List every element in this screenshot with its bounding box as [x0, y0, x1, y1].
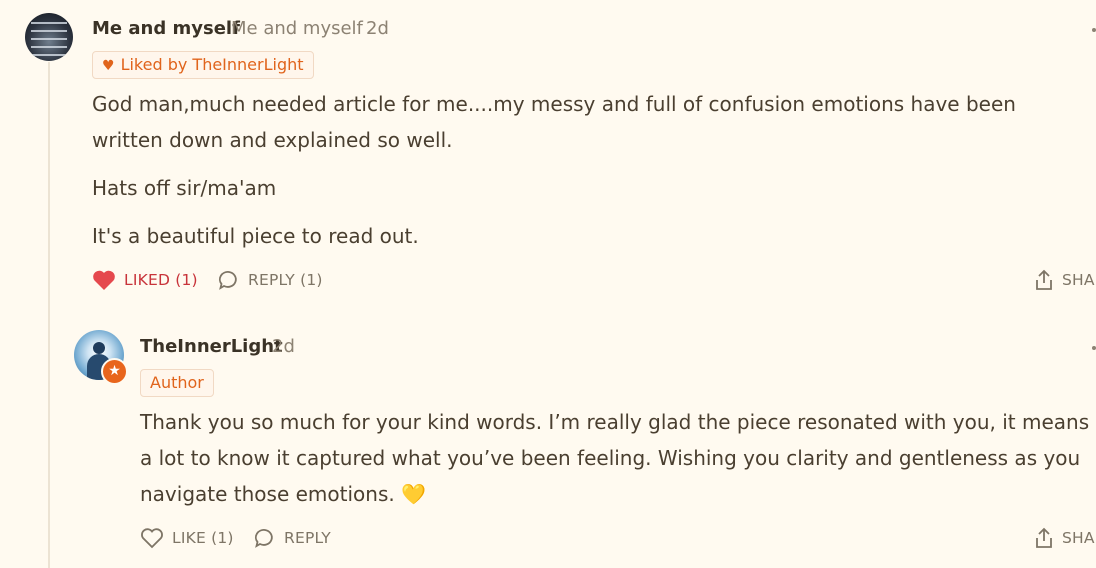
share-icon — [1034, 269, 1054, 291]
comment-handle[interactable]: Me and myself — [231, 18, 363, 39]
reply-text-body: Thank you so much for your kind words. I… — [140, 410, 1090, 506]
liked-by-badge: ♥ Liked by TheInnerLight — [92, 51, 314, 79]
reply-time[interactable]: 2d — [272, 336, 295, 357]
heart-outline-icon — [140, 527, 164, 549]
comment-paragraph: Hats off sir/ma'am — [92, 176, 277, 200]
more-options-icon[interactable] — [1092, 346, 1096, 350]
more-options-icon[interactable] — [1092, 28, 1096, 32]
heart-icon: ♥ — [102, 58, 115, 74]
share-button[interactable]: SHA — [1034, 269, 1095, 291]
liked-by-label: Liked by TheInnerLight — [120, 55, 304, 74]
reply-label: REPLY (1) — [248, 271, 323, 289]
like-label: LIKE (1) — [172, 529, 234, 547]
comment-paragraph: God man,much needed article for me....my… — [92, 92, 1016, 152]
heart-filled-icon — [92, 269, 116, 291]
comment-time[interactable]: 2d — [366, 18, 389, 39]
comment-bubble-icon — [254, 527, 276, 549]
reply-author[interactable]: TheInnerLight — [140, 336, 283, 357]
share-label: SHA — [1062, 529, 1095, 547]
like-label: LIKED (1) — [124, 271, 198, 289]
star-icon: ★ — [101, 358, 128, 385]
reply-text: Thank you so much for your kind words. I… — [140, 404, 1090, 512]
comment-author[interactable]: Me and myself — [92, 18, 240, 39]
share-icon — [1034, 527, 1054, 549]
yellow-heart-emoji: 💛 — [401, 482, 426, 506]
reply-button[interactable]: REPLY — [254, 527, 331, 549]
reply-label: REPLY — [284, 529, 331, 547]
comment-paragraph: It's a beautiful piece to read out. — [92, 224, 419, 248]
like-button[interactable]: LIKED (1) — [92, 269, 198, 291]
share-label: SHA — [1062, 271, 1095, 289]
author-badge: Author — [140, 369, 214, 397]
reply-button[interactable]: REPLY (1) — [218, 269, 323, 291]
thread-line — [48, 62, 50, 568]
share-button[interactable]: SHA — [1034, 527, 1095, 549]
comment-bubble-icon — [218, 269, 240, 291]
avatar[interactable] — [25, 13, 73, 61]
like-button[interactable]: LIKE (1) — [140, 527, 234, 549]
